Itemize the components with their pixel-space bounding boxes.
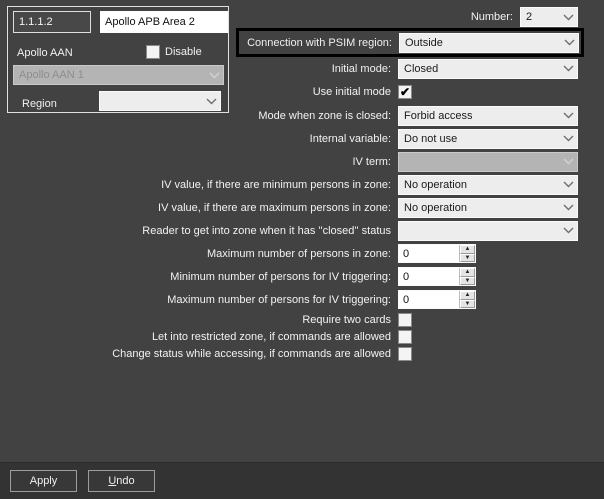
internal-variable-label: Internal variable: [309, 132, 391, 145]
max-persons-iv-input[interactable] [399, 291, 459, 308]
chevron-down-icon [563, 181, 574, 188]
require-two-cards-checkbox[interactable] [398, 312, 412, 327]
spinner-up-button[interactable]: ▲ [460, 291, 475, 300]
form-column: Number: 2 Connection with PSIM region: O… [0, 6, 584, 362]
iv-value-max-row: IV value, if there are maximum persons i… [0, 196, 584, 219]
arrow-down-icon: ▼ [464, 300, 471, 307]
iv-term-row: IV term: [0, 150, 584, 173]
connection-psim-dropdown[interactable]: Outside [399, 32, 579, 53]
use-initial-mode-checkbox[interactable]: ✔ [398, 85, 412, 99]
undo-button-label: ndo [116, 475, 135, 487]
iv-value-min-row: IV value, if there are minimum persons i… [0, 173, 584, 196]
apply-button[interactable]: Apply [10, 470, 77, 492]
spinner-up-button[interactable]: ▲ [460, 268, 475, 277]
let-into-restricted-label: Let into restricted zone, if commands ar… [151, 330, 391, 343]
min-persons-iv-label: Minimum number of persons for IV trigger… [170, 270, 391, 283]
max-persons-zone-spinner: ▲ ▼ [398, 244, 476, 263]
internal-variable-value: Do not use [404, 132, 458, 145]
mode-zone-closed-value: Forbid access [404, 109, 473, 122]
internal-variable-dropdown[interactable]: Do not use [398, 128, 578, 149]
max-persons-zone-row: Maximum number of persons in zone: ▲ ▼ [0, 242, 584, 265]
footer-bar: Apply Undo [0, 462, 604, 499]
initial-mode-value: Closed [404, 62, 439, 75]
chevron-down-icon [563, 204, 574, 211]
chevron-down-icon [563, 112, 574, 119]
reader-closed-label: Reader to get into zone when it has ''cl… [142, 224, 391, 237]
require-two-cards-row: Require two cards [0, 311, 584, 328]
chevron-down-icon [563, 14, 574, 21]
number-dropdown[interactable]: 2 [520, 7, 578, 27]
number-value: 2 [526, 11, 533, 23]
initial-mode-dropdown[interactable]: Closed [398, 58, 578, 79]
min-persons-iv-row: Minimum number of persons for IV trigger… [0, 265, 584, 288]
arrow-down-icon: ▼ [464, 277, 471, 284]
let-into-restricted-checkbox[interactable] [398, 329, 412, 344]
chevron-down-icon [563, 227, 574, 234]
iv-value-max-value: No operation [404, 201, 467, 214]
max-persons-iv-row: Maximum number of persons for IV trigger… [0, 288, 584, 311]
iv-value-min-dropdown[interactable]: No operation [398, 174, 578, 195]
arrow-down-icon: ▼ [464, 254, 471, 261]
chevron-down-icon [564, 39, 575, 46]
undo-button[interactable]: Undo [88, 470, 155, 492]
iv-value-min-value: No operation [404, 178, 467, 191]
undo-button-mnemonic: U [108, 475, 117, 487]
number-row: Number: 2 [0, 6, 584, 28]
connection-psim-value: Outside [405, 36, 443, 49]
iv-term-dropdown [398, 151, 578, 172]
initial-mode-row: Initial mode: Closed [0, 57, 584, 80]
mode-zone-closed-row: Mode when zone is closed: Forbid access [0, 104, 584, 127]
number-label: Number: [470, 11, 513, 23]
chevron-down-icon [563, 65, 574, 72]
use-initial-mode-row: Use initial mode ✔ [0, 80, 584, 104]
iv-value-max-label: IV value, if there are maximum persons i… [158, 201, 391, 214]
require-two-cards-label: Require two cards [302, 313, 391, 326]
arrow-up-icon: ▲ [464, 292, 471, 299]
arrow-up-icon: ▲ [464, 269, 471, 276]
change-status-row: Change status while accessing, if comman… [0, 345, 584, 362]
chevron-down-icon [563, 135, 574, 142]
psim-region-highlight-frame: Connection with PSIM region: Outside [236, 28, 584, 57]
spinner-up-button[interactable]: ▲ [460, 245, 475, 254]
initial-mode-label: Initial mode: [331, 62, 391, 75]
change-status-label: Change status while accessing, if comman… [112, 347, 391, 360]
reader-closed-dropdown[interactable] [398, 220, 578, 241]
apply-button-label: Apply [29, 475, 58, 487]
max-persons-zone-input[interactable] [399, 245, 459, 262]
checkmark-icon: ✔ [399, 85, 411, 99]
change-status-checkbox[interactable] [398, 346, 412, 361]
mode-zone-closed-label: Mode when zone is closed: [258, 109, 391, 122]
settings-panel: 1.1.1.2 Apollo AAN Disable Apollo AAN 1 … [0, 0, 604, 499]
spinner-down-button[interactable]: ▼ [460, 253, 475, 262]
use-initial-mode-label: Use initial mode [312, 86, 391, 98]
iv-term-label: IV term: [352, 155, 391, 168]
let-into-restricted-row: Let into restricted zone, if commands ar… [0, 328, 584, 345]
arrow-up-icon: ▲ [464, 246, 471, 253]
max-persons-zone-label: Maximum number of persons in zone: [206, 247, 391, 260]
chevron-down-icon [563, 158, 574, 165]
min-persons-iv-input[interactable] [399, 268, 459, 285]
iv-value-min-label: IV value, if there are minimum persons i… [161, 178, 391, 191]
spinner-down-button[interactable]: ▼ [460, 276, 475, 285]
reader-closed-row: Reader to get into zone when it has ''cl… [0, 219, 584, 242]
min-persons-iv-spinner: ▲ ▼ [398, 267, 476, 286]
max-persons-iv-spinner: ▲ ▼ [398, 290, 476, 309]
internal-variable-row: Internal variable: Do not use [0, 127, 584, 150]
max-persons-iv-label: Maximum number of persons for IV trigger… [167, 293, 391, 306]
iv-value-max-dropdown[interactable]: No operation [398, 197, 578, 218]
spinner-down-button[interactable]: ▼ [460, 299, 475, 308]
connection-psim-label: Connection with PSIM region: [247, 36, 392, 49]
mode-zone-closed-dropdown[interactable]: Forbid access [398, 105, 578, 126]
